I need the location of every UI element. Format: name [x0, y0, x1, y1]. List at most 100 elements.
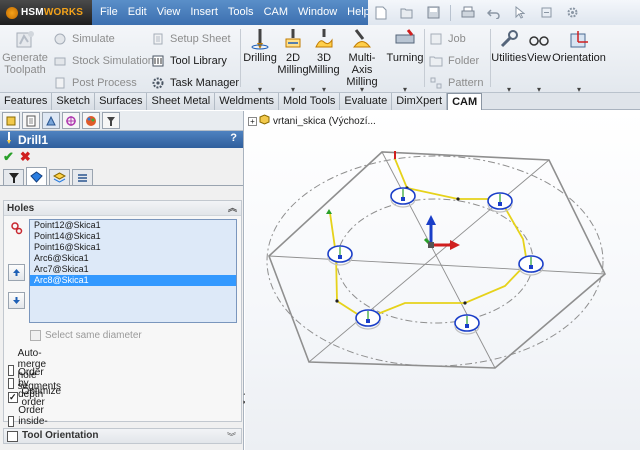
holes-group-header[interactable]: Holes ︽ [4, 201, 241, 216]
menu-file[interactable]: File [95, 0, 123, 25]
post-process-label: Post Process [72, 77, 137, 89]
cycle-subtab-icon[interactable] [72, 169, 93, 185]
property-manager-tab-icon[interactable] [22, 112, 40, 129]
hole-list-item[interactable]: Point14@Skica1 [30, 231, 236, 242]
view-button[interactable]: View ▾ [527, 28, 551, 94]
generate-toolpath-icon [14, 28, 36, 50]
generate-toolpath-button[interactable]: Generate Toolpath [2, 28, 48, 76]
folder-button[interactable]: Folder [428, 50, 483, 72]
pattern-icon [428, 75, 444, 91]
move-up-button[interactable] [8, 264, 25, 281]
menu-edit[interactable]: Edit [123, 0, 152, 25]
setup-sheet-button[interactable]: Setup Sheet [150, 28, 239, 50]
option-checkbox[interactable]: ✓ [8, 391, 18, 403]
milling-2d-button[interactable]: 2D Milling ▾ [277, 28, 309, 94]
drilling-button[interactable]: Drilling ▾ [243, 28, 277, 94]
collapse-chevron-icon[interactable]: ︽ [228, 201, 237, 216]
menu-window[interactable]: Window [293, 0, 342, 25]
turning-icon [394, 28, 416, 50]
menu-tools[interactable]: Tools [223, 0, 259, 25]
hole-list-item[interactable]: Point16@Skica1 [30, 242, 236, 253]
tab-sketch[interactable]: Sketch [52, 93, 96, 110]
turning-button[interactable]: Turning ▾ [386, 28, 424, 94]
app-window: HSM WORKS File Edit View Insert Tools CAM… [0, 0, 640, 450]
hole-list-item[interactable]: Arc8@Skica1 [30, 275, 236, 286]
hole-list-item[interactable]: Point12@Skica1 [30, 220, 236, 231]
hole-list-item[interactable]: Arc7@Skica1 [30, 264, 236, 275]
cam-tab-icon[interactable] [102, 112, 120, 129]
rebuild-icon[interactable] [537, 4, 555, 22]
option-checkbox[interactable] [8, 416, 15, 427]
ribbon-separator [240, 29, 241, 87]
tab-dimxpert[interactable]: DimXpert [392, 93, 448, 110]
ok-cancel-row: ✔ ✖ [0, 148, 243, 166]
drill-holes [327, 187, 544, 332]
hole-list-item[interactable]: Arc6@Skica1 [30, 253, 236, 264]
tool-orientation-checkbox[interactable] [7, 431, 18, 442]
task-manager-gear-icon [150, 75, 166, 91]
post-process-button[interactable]: Post Process [52, 72, 154, 94]
turning-label: Turning [386, 52, 424, 64]
tab-mold-tools[interactable]: Mold Tools [279, 93, 341, 110]
select-same-diameter-checkbox[interactable] [30, 330, 41, 341]
tool-subtab-icon[interactable] [3, 169, 24, 185]
graphics-viewport[interactable]: + vrtani_skica (Výchozí... [245, 111, 640, 450]
job-button[interactable]: Job [428, 28, 483, 50]
undo-icon[interactable] [485, 4, 503, 22]
menu-cam[interactable]: CAM [259, 0, 293, 25]
move-down-button[interactable] [8, 292, 25, 309]
expand-chevron-icon[interactable]: ︾ [227, 430, 236, 443]
pattern-button[interactable]: Pattern [428, 72, 483, 94]
menu-insert[interactable]: Insert [185, 0, 223, 25]
construction-circles [266, 155, 604, 367]
operation-icon [3, 132, 15, 147]
app-logo: HSM WORKS [0, 0, 92, 25]
ok-check-icon[interactable]: ✔ [3, 149, 14, 165]
view-glasses-icon [528, 28, 550, 50]
tab-sheet-metal[interactable]: Sheet Metal [147, 93, 216, 110]
feature-tree-tab-icon[interactable] [2, 112, 20, 129]
milling-3d-button[interactable]: 3D Milling ▾ [308, 28, 340, 94]
print-icon[interactable] [459, 4, 477, 22]
menu-view[interactable]: View [152, 0, 186, 25]
cancel-x-icon[interactable]: ✖ [20, 149, 31, 165]
tab-cam[interactable]: CAM [447, 93, 483, 110]
milling-2d-icon [282, 28, 304, 50]
task-manager-button[interactable]: Task Manager [150, 72, 239, 94]
open-folder-icon[interactable] [398, 4, 416, 22]
utilities-button[interactable]: Utilities ▾ [491, 28, 527, 94]
dimxpert-tab-icon[interactable] [62, 112, 80, 129]
job-icon [428, 31, 444, 47]
tab-weldments[interactable]: Weldments [215, 93, 280, 110]
configuration-tab-icon[interactable] [42, 112, 60, 129]
setup-sheet-label: Setup Sheet [170, 33, 231, 45]
display-tab-icon[interactable] [82, 112, 100, 129]
save-icon[interactable] [424, 4, 442, 22]
setup-sheet-icon [150, 31, 166, 47]
panel-tab-strip [0, 111, 243, 131]
multi-axis-milling-label: Multi-Axis Milling [346, 52, 378, 88]
tab-surfaces[interactable]: Surfaces [95, 93, 148, 110]
tool-orientation-label: Tool Orientation [22, 430, 99, 441]
tool-orientation-group[interactable]: Tool Orientation ︾ [3, 428, 242, 444]
simulate-button[interactable]: Simulate [52, 28, 154, 50]
options-gear-icon[interactable] [563, 4, 581, 22]
new-document-icon[interactable] [372, 4, 390, 22]
simulate-label: Simulate [72, 33, 115, 45]
holes-list[interactable]: Point12@Skica1 Point14@Skica1 Point16@Skic… [29, 219, 237, 323]
stock-simulation-button[interactable]: Stock Simulation [52, 50, 154, 72]
milling-3d-icon [313, 28, 335, 50]
view-label: View [527, 52, 551, 64]
select-same-diameter-option[interactable]: Select same diameter [30, 330, 142, 341]
setup-group: Setup Sheet Tool Library Task Manager [150, 28, 239, 94]
orientation-button[interactable]: Orientation ▾ [552, 28, 606, 94]
multi-axis-milling-button[interactable]: Multi-Axis Milling ▾ [340, 28, 384, 94]
tool-library-button[interactable]: Tool Library [150, 50, 239, 72]
toolpath [329, 153, 528, 321]
tab-evaluate[interactable]: Evaluate [340, 93, 393, 110]
heights-subtab-icon[interactable] [49, 169, 70, 185]
geometry-subtab-icon[interactable] [26, 167, 47, 185]
tab-features[interactable]: Features [0, 93, 53, 110]
select-arrow-icon[interactable] [511, 4, 529, 22]
help-button[interactable]: ? [230, 132, 237, 144]
